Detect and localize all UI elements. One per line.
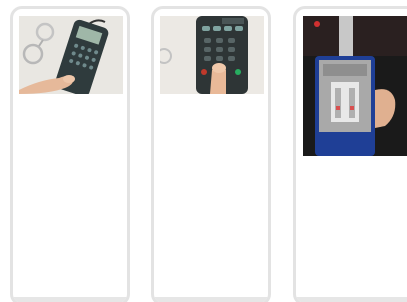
- photo-thumbnail[interactable]: [19, 16, 123, 94]
- photo-card[interactable]: [151, 6, 271, 302]
- breathalyzer-keypad-photo: [19, 16, 123, 94]
- photo-thumbnail[interactable]: [303, 16, 407, 156]
- photo-thumbnail[interactable]: [160, 16, 264, 94]
- photo-card[interactable]: [293, 6, 407, 302]
- breath-test-device-screen-photo: [303, 16, 407, 156]
- photo-card-strip: [0, 0, 407, 302]
- breathalyzer-keypad-closeup-photo: [160, 16, 264, 94]
- photo-card[interactable]: [10, 6, 130, 302]
